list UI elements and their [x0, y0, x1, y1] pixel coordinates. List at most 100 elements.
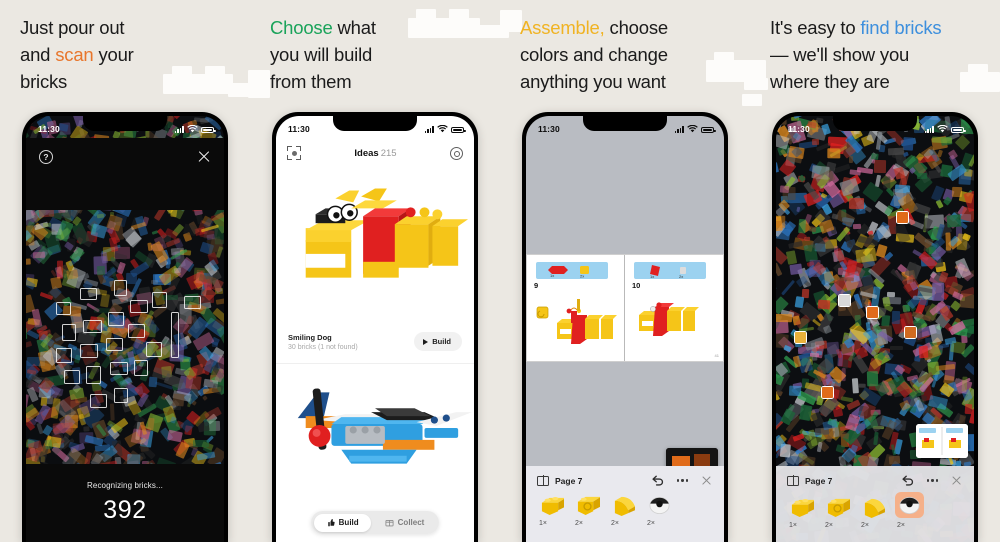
- phone-notch: [83, 116, 167, 131]
- ar-brick-marker[interactable]: [821, 386, 834, 399]
- detection-box: [62, 324, 76, 341]
- svg-text:2x: 2x: [679, 274, 683, 279]
- headline-accent-scan: scan: [55, 44, 94, 65]
- idea-subtitle: 30 bricks (1 not found): [288, 343, 358, 351]
- status-time: 11:30: [788, 124, 810, 134]
- thumb-build-icon: [327, 518, 335, 527]
- promo-stage: Just pour out and scan your bricks 11:30: [0, 0, 1000, 542]
- headline-lead-2: you will build: [270, 44, 373, 65]
- detection-box: [130, 300, 148, 313]
- headline-lead-1: Just pour out: [20, 17, 125, 38]
- wifi-icon: [687, 125, 698, 133]
- close-icon[interactable]: [197, 150, 211, 164]
- headline-mid-post: your: [93, 44, 134, 65]
- close-icon[interactable]: [951, 475, 962, 486]
- brick-count: 2×: [611, 520, 619, 527]
- instruction-sheet[interactable]: 1x 2x 9 1x 2x 10 41: [526, 254, 724, 362]
- more-dots-icon[interactable]: [676, 479, 688, 482]
- headline-accent-assemble: Assemble,: [520, 17, 605, 38]
- status-time: 11:30: [288, 124, 310, 134]
- undo-icon[interactable]: [651, 475, 664, 486]
- phone-screen-scan: 11:30 ? Recognizing bricks... 392: [26, 116, 224, 542]
- instruction-page-right[interactable]: 1x 2x 10 41: [625, 255, 723, 361]
- detection-box: [110, 362, 128, 375]
- book-icon: [787, 475, 799, 486]
- phone-mockup-find: 11:30 Page 7 1× 2× 2× 2×: [772, 112, 978, 542]
- ar-brick-marker[interactable]: [794, 331, 807, 344]
- svg-text:1x: 1x: [550, 273, 554, 278]
- ar-brick-marker[interactable]: [904, 326, 917, 339]
- brick-slot[interactable]: 2×: [647, 494, 672, 527]
- callout-parts-svg: 1x 2x: [548, 266, 589, 279]
- gear-icon[interactable]: [450, 146, 463, 160]
- brick-2x2-icon: [789, 496, 816, 518]
- detection-box: [80, 288, 97, 300]
- headline-lead-4: It's easy to: [770, 17, 861, 38]
- idea-card-plane[interactable]: [276, 364, 474, 494]
- slope-2x2-icon: [611, 494, 636, 516]
- detection-box: [106, 338, 123, 351]
- ideas-card-list[interactable]: Smiling Dog 30 bricks (1 not found) Buil…: [276, 168, 474, 542]
- brick-count: 2×: [861, 522, 869, 529]
- instruction-page-left[interactable]: 1x 2x 9: [527, 255, 625, 361]
- more-dots-icon[interactable]: [926, 479, 938, 482]
- tab-collect[interactable]: Collect: [373, 514, 437, 532]
- detection-box: [134, 360, 148, 376]
- detection-box: [90, 394, 107, 408]
- brick-slot[interactable]: 2×: [611, 494, 636, 527]
- headline-tail-4: where they are: [770, 71, 890, 92]
- idea-card-text: Smiling Dog 30 bricks (1 not found): [288, 333, 358, 351]
- headline-tail-2: from them: [270, 71, 352, 92]
- page-label: Page 7: [805, 475, 833, 486]
- undo-icon[interactable]: [901, 475, 914, 486]
- tab-build[interactable]: Build: [313, 513, 371, 532]
- brick-slot[interactable]: 2×: [861, 496, 886, 529]
- slope-2x2-icon: [861, 496, 886, 518]
- phone-screen-find: 11:30 Page 7 1× 2× 2× 2×: [776, 116, 974, 542]
- detection-box: [128, 324, 145, 338]
- detection-box: [171, 312, 179, 358]
- brick-slot[interactable]: 1×: [539, 494, 566, 527]
- book-icon: [537, 475, 549, 486]
- brick-slot[interactable]: 1×: [789, 496, 816, 529]
- phone-mockup-scan: 11:30 ? Recognizing bricks... 392: [22, 112, 228, 542]
- parts-callout: 1x 2x: [634, 262, 706, 279]
- build-button[interactable]: Build: [414, 332, 462, 351]
- lego-dog-svg: [305, 188, 469, 278]
- brick-slot[interactable]: 2×: [825, 496, 851, 529]
- headline-tail-3: anything you want: [520, 71, 666, 92]
- headline-mid-pre: and: [20, 44, 56, 65]
- brick-count: 2×: [575, 520, 583, 527]
- assemble-toolbar: Page 7 1× 2× 2× 2×: [526, 466, 724, 542]
- build-button-label: Build: [432, 337, 451, 346]
- close-icon[interactable]: [701, 475, 712, 486]
- headline-ideas: Choose what you will build from them: [270, 14, 485, 95]
- instruction-thumbnail[interactable]: [916, 424, 968, 458]
- idea-card-dog[interactable]: Smiling Dog 30 bricks (1 not found) Buil…: [276, 168, 474, 364]
- brick-count: 392: [103, 496, 147, 524]
- headline-mid-4: — we'll show you: [770, 44, 910, 65]
- thumbnail-svg: [916, 424, 968, 458]
- brick-slot-selected[interactable]: 2×: [895, 492, 924, 529]
- toolbar-actions: [651, 475, 712, 486]
- panel-assemble: Assemble, choose colors and change anyth…: [500, 0, 750, 542]
- ar-brick-marker[interactable]: [838, 294, 851, 307]
- toolbar-page-group[interactable]: Page 7: [787, 475, 833, 486]
- brick-count: 1×: [789, 522, 797, 529]
- ideas-navbar: Ideas 215: [276, 138, 474, 168]
- headline-lead-3: colors and change: [520, 44, 668, 65]
- ar-brick-marker[interactable]: [866, 306, 879, 319]
- help-circle-icon[interactable]: ?: [39, 150, 53, 164]
- detection-box: [146, 342, 162, 357]
- panel-scan: Just pour out and scan your bricks 11:30: [0, 0, 250, 542]
- ar-brick-marker[interactable]: [896, 211, 909, 224]
- scan-frame-icon[interactable]: [287, 146, 301, 160]
- detection-box: [86, 366, 101, 384]
- brick-slot[interactable]: 2×: [575, 494, 601, 527]
- battery-full-icon: [451, 126, 466, 133]
- toolbar-page-group[interactable]: Page 7: [537, 475, 582, 486]
- detection-box: [83, 320, 102, 333]
- svg-text:1x: 1x: [650, 274, 654, 279]
- signal-bars-icon: [174, 126, 184, 133]
- tab-collect-label: Collect: [397, 518, 425, 527]
